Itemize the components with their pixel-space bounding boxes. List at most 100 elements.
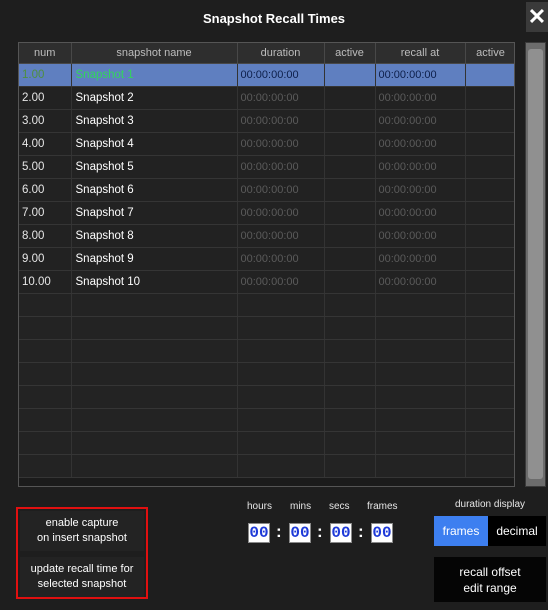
row-snapshot-name[interactable]: Snapshot 4	[71, 132, 238, 156]
row-active-2[interactable]	[465, 247, 514, 271]
row-active[interactable]	[324, 155, 376, 179]
frames-toggle[interactable]: frames	[434, 516, 488, 546]
row-active[interactable]	[324, 86, 376, 110]
row-snapshot-name[interactable]: Snapshot 6	[71, 178, 238, 202]
hours-input[interactable]: 00	[248, 523, 270, 543]
row-duration[interactable]: 00:00:00:00	[237, 86, 325, 110]
col-header-num[interactable]: num	[19, 43, 72, 64]
row-active-2[interactable]	[465, 63, 514, 87]
close-button[interactable]: ✕	[526, 2, 548, 32]
recall-offset-edit-range-button[interactable]: recall offset edit range	[434, 557, 546, 602]
row-num[interactable]: 4.00	[19, 132, 72, 156]
table-row[interactable]: 4.00 Snapshot 4 00:00:00:00 00:00:00:00	[19, 132, 514, 156]
table-row[interactable]: 1.00 Snapshot 1 00:00:00:00 00:00:00:00	[19, 63, 514, 87]
row-active[interactable]	[324, 201, 376, 225]
vertical-scrollbar[interactable]	[525, 42, 546, 487]
empty-cell	[375, 385, 466, 409]
decimal-toggle[interactable]: decimal	[488, 516, 546, 546]
row-recall-at[interactable]: 00:00:00:00	[375, 155, 466, 179]
row-recall-at[interactable]: 00:00:00:00	[375, 178, 466, 202]
row-snapshot-name[interactable]: Snapshot 3	[71, 109, 238, 133]
row-active-2[interactable]	[465, 109, 514, 133]
row-snapshot-name[interactable]: Snapshot 2	[71, 86, 238, 110]
row-recall-at[interactable]: 00:00:00:00	[375, 201, 466, 225]
row-active[interactable]	[324, 270, 376, 294]
row-active-2[interactable]	[465, 178, 514, 202]
empty-table-row	[19, 339, 514, 363]
row-duration[interactable]: 00:00:00:00	[237, 132, 325, 156]
col-header-duration[interactable]: duration	[237, 43, 325, 64]
row-num[interactable]: 1.00	[19, 63, 72, 87]
enable-capture-button[interactable]: enable capture on insert snapshot	[20, 511, 144, 551]
row-recall-at[interactable]: 00:00:00:00	[375, 132, 466, 156]
row-duration[interactable]: 00:00:00:00	[237, 155, 325, 179]
table-row[interactable]: 3.00 Snapshot 3 00:00:00:00 00:00:00:00	[19, 109, 514, 133]
row-recall-at[interactable]: 00:00:00:00	[375, 270, 466, 294]
empty-cell	[237, 339, 325, 363]
hours-label: hours	[247, 501, 273, 512]
row-duration[interactable]: 00:00:00:00	[237, 178, 325, 202]
row-active-2[interactable]	[465, 224, 514, 248]
scrollbar-thumb[interactable]	[528, 49, 543, 479]
row-snapshot-name[interactable]: Snapshot 8	[71, 224, 238, 248]
row-active-2[interactable]	[465, 86, 514, 110]
row-recall-at[interactable]: 00:00:00:00	[375, 109, 466, 133]
row-snapshot-name[interactable]: Snapshot 1	[71, 63, 238, 87]
table-row[interactable]: 2.00 Snapshot 2 00:00:00:00 00:00:00:00	[19, 86, 514, 110]
row-active-2[interactable]	[465, 270, 514, 294]
frames-input[interactable]: 00	[371, 523, 393, 543]
row-duration[interactable]: 00:00:00:00	[237, 109, 325, 133]
row-active[interactable]	[324, 63, 376, 87]
row-num[interactable]: 10.00	[19, 270, 72, 294]
row-active[interactable]	[324, 178, 376, 202]
table-row[interactable]: 5.00 Snapshot 5 00:00:00:00 00:00:00:00	[19, 155, 514, 179]
row-active-2[interactable]	[465, 132, 514, 156]
secs-input[interactable]: 00	[330, 523, 352, 543]
row-num[interactable]: 8.00	[19, 224, 72, 248]
table-row[interactable]: 8.00 Snapshot 8 00:00:00:00 00:00:00:00	[19, 224, 514, 248]
row-recall-at[interactable]: 00:00:00:00	[375, 224, 466, 248]
empty-cell	[375, 431, 466, 455]
row-active-2[interactable]	[465, 155, 514, 179]
row-active[interactable]	[324, 247, 376, 271]
row-snapshot-name[interactable]: Snapshot 10	[71, 270, 238, 294]
table-row[interactable]: 6.00 Snapshot 6 00:00:00:00 00:00:00:00	[19, 178, 514, 202]
empty-cell	[465, 408, 514, 432]
row-duration[interactable]: 00:00:00:00	[237, 270, 325, 294]
row-active[interactable]	[324, 109, 376, 133]
empty-cell	[465, 431, 514, 455]
row-recall-at[interactable]: 00:00:00:00	[375, 247, 466, 271]
row-num[interactable]: 6.00	[19, 178, 72, 202]
empty-cell	[237, 431, 325, 455]
row-duration[interactable]: 00:00:00:00	[237, 247, 325, 271]
row-num[interactable]: 9.00	[19, 247, 72, 271]
row-active[interactable]	[324, 224, 376, 248]
empty-cell	[375, 293, 466, 317]
row-num[interactable]: 5.00	[19, 155, 72, 179]
table-row[interactable]: 7.00 Snapshot 7 00:00:00:00 00:00:00:00	[19, 201, 514, 225]
col-header-recall-at[interactable]: recall at	[375, 43, 466, 64]
row-num[interactable]: 3.00	[19, 109, 72, 133]
mins-input[interactable]: 00	[289, 523, 311, 543]
row-duration[interactable]: 00:00:00:00	[237, 201, 325, 225]
row-recall-at[interactable]: 00:00:00:00	[375, 86, 466, 110]
update-recall-time-button[interactable]: update recall time for selected snapshot	[20, 557, 144, 597]
row-num[interactable]: 2.00	[19, 86, 72, 110]
row-snapshot-name[interactable]: Snapshot 9	[71, 247, 238, 271]
empty-cell	[465, 385, 514, 409]
row-snapshot-name[interactable]: Snapshot 5	[71, 155, 238, 179]
empty-cell	[324, 293, 376, 317]
row-snapshot-name[interactable]: Snapshot 7	[71, 201, 238, 225]
col-header-active-2[interactable]: active	[465, 43, 514, 64]
col-header-snapshot-name[interactable]: snapshot name	[71, 43, 238, 64]
col-header-active[interactable]: active	[324, 43, 376, 64]
row-duration[interactable]: 00:00:00:00	[237, 224, 325, 248]
empty-cell	[375, 454, 466, 478]
row-recall-at[interactable]: 00:00:00:00	[375, 63, 466, 87]
table-row[interactable]: 10.00 Snapshot 10 00:00:00:00 00:00:00:00	[19, 270, 514, 294]
row-duration[interactable]: 00:00:00:00	[237, 63, 325, 87]
row-num[interactable]: 7.00	[19, 201, 72, 225]
row-active-2[interactable]	[465, 201, 514, 225]
table-row[interactable]: 9.00 Snapshot 9 00:00:00:00 00:00:00:00	[19, 247, 514, 271]
row-active[interactable]	[324, 132, 376, 156]
